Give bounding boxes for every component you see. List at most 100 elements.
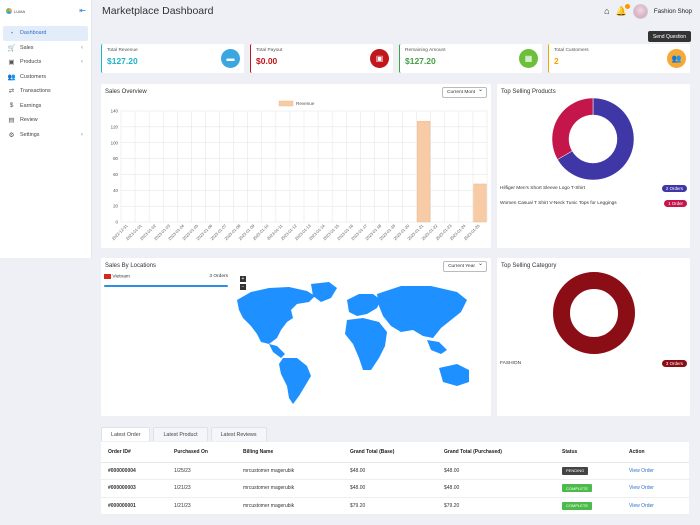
list-item[interactable]: Women Casual T Shirt V-Neck Tunic Tops f… xyxy=(500,200,687,207)
sidebar-item-earnings[interactable]: $ Earnings xyxy=(0,99,91,114)
view-order-link[interactable]: View Order xyxy=(629,503,654,509)
list-item[interactable]: FASHION 3 Orders xyxy=(500,360,687,367)
y-tick-label: 0 xyxy=(116,220,119,225)
y-tick-label: 40 xyxy=(113,188,118,193)
donut-slice[interactable] xyxy=(551,97,594,160)
kpi-card-total-customers: Total Customers 2 👥 xyxy=(548,44,690,73)
world-map-land xyxy=(237,282,469,404)
status-badge: COMPLETE xyxy=(562,501,593,510)
kpi-card-remaining-amount: Remaining Amount $127.20 ▦ xyxy=(399,44,542,73)
world-map[interactable] xyxy=(101,258,491,416)
chevron-left-icon: ‹ xyxy=(81,131,83,138)
y-tick-label: 140 xyxy=(111,109,119,114)
grand-total-base: $48.00 xyxy=(343,479,437,498)
status-badge: COMPLETE xyxy=(562,484,593,493)
kpi-label: Total Customers xyxy=(554,48,589,53)
map-europe xyxy=(347,294,381,316)
logo-text: LUMA xyxy=(14,8,26,14)
kpi-card-total-revenue: Total Revenue $127.20 ▬ xyxy=(101,44,244,73)
kpi-icon: 👥 xyxy=(667,49,686,68)
kpi-label: Remaining Amount xyxy=(405,48,446,53)
column-header: Status xyxy=(555,442,622,463)
sidebar-item-label: Settings xyxy=(20,131,40,138)
purchased-on: 1/25/23 xyxy=(167,462,236,480)
avatar[interactable] xyxy=(632,3,648,19)
notification-badge xyxy=(624,3,630,9)
tab-latest-reviews[interactable]: Latest Reviews xyxy=(210,427,267,441)
map-southeast-asia xyxy=(427,340,447,354)
sidebar-item-sales[interactable]: 🛒 Sales ‹ xyxy=(0,41,91,56)
sidebar-item-settings[interactable]: ⚙ Settings ‹ xyxy=(0,128,91,143)
list-item[interactable]: Hilfiger Men's Short Sleeve Logo T-Shirt… xyxy=(500,185,687,192)
order-id: #000000003 xyxy=(101,479,167,498)
legend-label: Revenue xyxy=(296,101,315,106)
transfer-icon: ⇄ xyxy=(8,88,15,96)
sidebar-item-label: Review xyxy=(20,117,38,124)
sidebar-item-dashboard[interactable]: ◔ Dashboard xyxy=(3,26,88,41)
sidebar-item-label: Transactions xyxy=(20,88,51,95)
table-row: #000000004 1/25/23 mrcustomer magerubik $48… xyxy=(101,462,689,480)
bell-icon[interactable]: 🔔 xyxy=(616,3,630,17)
grand-total-base: $48.00 xyxy=(343,462,437,480)
review-icon: ▤ xyxy=(8,117,15,125)
box-icon: ▣ xyxy=(8,59,15,67)
view-order-link[interactable]: View Order xyxy=(629,468,654,474)
billing-name: mrcustomer magerubik xyxy=(236,479,343,498)
orders-table-header: Order ID# Purchased On Billing Name Grand T… xyxy=(101,442,689,463)
view-order-link[interactable]: View Order xyxy=(629,485,654,491)
top-category-donut xyxy=(553,272,635,354)
cart-icon: 🛒 xyxy=(7,44,16,52)
sidebar-item-transactions[interactable]: ⇄ Transactions xyxy=(0,84,91,99)
sales-overview-panel: Sales Overview Current Mont 020406080100… xyxy=(101,84,491,248)
kpi-icon: ▦ xyxy=(519,49,538,68)
shop-name[interactable]: Fashion Shop xyxy=(654,8,692,15)
y-tick-label: 120 xyxy=(111,124,119,129)
sidebar-item-label: Customers xyxy=(20,73,47,80)
order-id: #000000004 xyxy=(101,462,167,480)
sidebar-item-customers[interactable]: 👥 Customers xyxy=(0,70,91,85)
action-cell: View Order xyxy=(622,497,689,515)
column-header: Grand Total (Base) xyxy=(343,442,437,463)
billing-name: mrcustomer magerubik xyxy=(236,497,343,515)
kpi-icon: ▬ xyxy=(221,49,240,68)
action-cell: View Order xyxy=(622,462,689,480)
grand-total-purchased: $79.20 xyxy=(437,497,555,515)
table-row: #000000001 1/21/23 mrcustomer magerubik $79… xyxy=(101,497,689,515)
home-icon[interactable]: ⌂ xyxy=(604,6,609,16)
purchased-on: 1/21/23 xyxy=(167,479,236,498)
donut-slice[interactable] xyxy=(553,272,635,354)
map-central-america xyxy=(269,344,285,358)
top-products-donut xyxy=(551,97,635,181)
column-header: Purchased On xyxy=(167,442,236,463)
orders-table-body: #000000004 1/25/23 mrcustomer magerubik $48… xyxy=(101,462,689,515)
revenue-bar[interactable] xyxy=(417,120,431,223)
revenue-bar[interactable] xyxy=(473,183,487,223)
collapse-sidebar-icon[interactable]: ⇤ xyxy=(79,7,86,15)
logo-icon xyxy=(6,8,12,14)
purchased-on: 1/21/23 xyxy=(167,497,236,515)
kpi-value: $0.00 xyxy=(256,56,278,66)
item-name: FASHION xyxy=(500,361,522,366)
chevron-left-icon: ‹ xyxy=(81,44,83,51)
x-tick-label: 2023-01-25 xyxy=(463,223,482,242)
sidebar-item-products[interactable]: ▣ Products ‹ xyxy=(0,55,91,70)
item-name: Women Casual T Shirt V-Neck Tunic Tops f… xyxy=(500,201,617,206)
logo[interactable]: LUMA xyxy=(6,8,25,14)
column-header: Order ID# xyxy=(101,442,167,463)
tab-latest-order[interactable]: Latest Order xyxy=(101,427,151,441)
dashboard-icon: ◔ xyxy=(9,29,14,37)
sidebar-item-review[interactable]: ▤ Review xyxy=(0,113,91,128)
tab-latest-product[interactable]: Latest Product xyxy=(153,427,208,441)
column-header: Billing Name xyxy=(236,442,343,463)
y-tick-label: 20 xyxy=(113,204,118,209)
kpi-icon: ▣ xyxy=(370,49,389,68)
map-africa xyxy=(345,318,387,370)
dollar-icon: $ xyxy=(9,102,14,110)
y-tick-label: 100 xyxy=(111,140,119,145)
send-question-button[interactable]: Send Question xyxy=(647,31,691,42)
grand-total-purchased: $48.00 xyxy=(437,479,555,498)
map-asia xyxy=(377,286,467,338)
y-tick-label: 60 xyxy=(113,172,118,177)
users-icon: 👥 xyxy=(7,73,16,81)
table-row: #000000003 1/21/23 mrcustomer magerubik $48… xyxy=(101,479,689,498)
